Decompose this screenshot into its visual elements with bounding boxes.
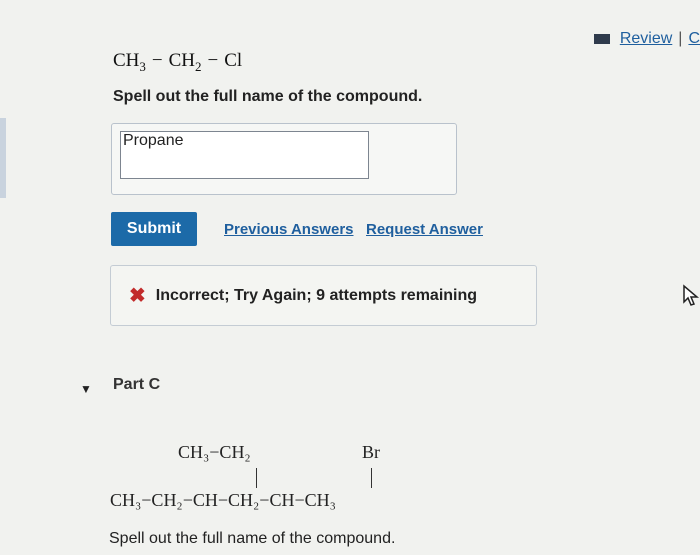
top-toolbar: Review | C (593, 30, 700, 48)
formula-segment: − (151, 50, 163, 71)
structure-top-right: Br (362, 442, 380, 462)
part-c-label[interactable]: Part C (113, 376, 160, 394)
previous-answers-link[interactable]: Previous Answers (224, 221, 354, 238)
feedback-message: Incorrect; Try Again; 9 attempts remaini… (155, 286, 478, 304)
structural-formula: CH₃−CH₂ Br CH₃−CH₂−CH−CH₂−CH−CH₃ (110, 440, 470, 522)
compound-formula: CH3 − CH2 − Cl (113, 50, 242, 75)
left-accent-bar (0, 118, 6, 198)
structure-main-chain: CH₃−CH₂−CH−CH₂−CH−CH₃ (110, 490, 336, 510)
toolbar-separator: | (678, 30, 683, 47)
book-icon (593, 34, 610, 44)
question-prompt: Spell out the full name of the compound. (113, 88, 423, 105)
formula-segment: − (207, 50, 219, 71)
request-answer-link[interactable]: Request Answer (366, 221, 483, 238)
vertical-bond-right (371, 468, 372, 488)
feedback-box: ✖ Incorrect; Try Again; 9 attempts remai… (110, 265, 537, 326)
structure-top-left: CH₃−CH₂ (178, 442, 251, 462)
collapse-triangle-icon[interactable]: ▼ (80, 382, 92, 396)
next-link[interactable]: C (688, 30, 700, 48)
answer-input[interactable]: Propane (120, 131, 369, 179)
review-link[interactable]: Review (620, 30, 672, 48)
question-prompt-part-c: Spell out the full name of the compound. (109, 530, 396, 547)
submit-button[interactable]: Submit (111, 212, 197, 246)
x-icon: ✖ (129, 284, 146, 307)
mouse-cursor-icon (683, 284, 700, 306)
formula-segment: CH2 (168, 50, 202, 74)
vertical-bond-left (256, 468, 257, 488)
formula-segment: Cl (224, 50, 243, 71)
formula-segment: CH3 (113, 50, 146, 74)
